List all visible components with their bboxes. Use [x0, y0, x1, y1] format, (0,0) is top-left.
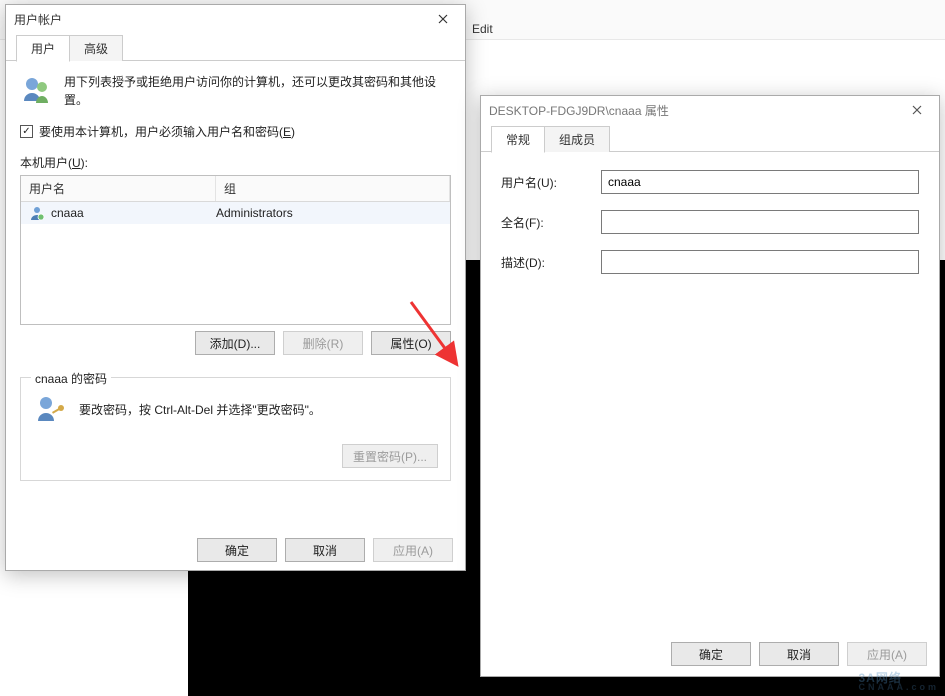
cancel-button[interactable]: 取消: [759, 642, 839, 666]
close-button[interactable]: [897, 97, 937, 123]
intro-row: 用下列表授予或拒绝用户访问你的计算机，还可以更改其密码和其他设置。: [20, 73, 451, 109]
require-password-row[interactable]: 要使用本计算机，用户必须输入用户名和密码(E): [20, 123, 451, 140]
password-text: 要改密码，按 Ctrl-Alt-Del 并选择"更改密码"。: [79, 401, 321, 418]
titlebar[interactable]: 用户帐户: [6, 5, 465, 33]
list-row[interactable]: cnaaa Administrators: [21, 202, 450, 224]
password-legend: cnaaa 的密码: [31, 370, 111, 387]
dialog-buttons: 确定 取消 应用(A): [197, 538, 453, 562]
tab-advanced[interactable]: 高级: [69, 35, 123, 61]
tab-general[interactable]: 常规: [491, 126, 545, 153]
delete-button: 删除(R): [283, 331, 363, 355]
window-title: DESKTOP-FDGJ9DR\cnaaa 属性: [489, 102, 669, 119]
require-password-checkbox[interactable]: [20, 125, 33, 138]
list-header: 用户名 组: [21, 176, 450, 202]
row-fullname: 全名(F):: [501, 210, 919, 234]
user-mini-icon: [29, 205, 45, 221]
input-fullname[interactable]: [601, 210, 919, 234]
tabstrip: 常规 组成员: [481, 128, 939, 152]
require-password-label: 要使用本计算机，用户必须输入用户名和密码(E): [39, 123, 295, 140]
user-buttons-row: 添加(D)... 删除(R) 属性(O): [20, 331, 451, 355]
apply-button: 应用(A): [373, 538, 453, 562]
close-icon: [912, 105, 922, 115]
close-button[interactable]: [423, 6, 463, 32]
users-icon: [20, 73, 52, 105]
label-username: 用户名(U):: [501, 174, 601, 191]
users-listbox[interactable]: 用户名 组 cnaaa Administrators: [20, 175, 451, 325]
ok-button[interactable]: 确定: [197, 538, 277, 562]
close-icon: [438, 14, 448, 24]
tab-users[interactable]: 用户: [16, 35, 70, 62]
user-properties-window: DESKTOP-FDGJ9DR\cnaaa 属性 常规 组成员 用户名(U): …: [480, 95, 940, 677]
window-title: 用户帐户: [14, 11, 62, 28]
apply-button: 应用(A): [847, 642, 927, 666]
menu-edit[interactable]: Edit: [472, 22, 493, 36]
cell-group: Administrators: [216, 206, 442, 220]
row-username: 用户名(U):: [501, 170, 919, 194]
label-fullname: 全名(F):: [501, 214, 601, 231]
password-row: 要改密码，按 Ctrl-Alt-Del 并选择"更改密码"。: [33, 392, 438, 426]
row-desc: 描述(D):: [501, 250, 919, 274]
input-username[interactable]: [601, 170, 919, 194]
password-fieldset: cnaaa 的密码 要改密码，按 Ctrl-Alt-Del 并选择"更改密码"。…: [20, 377, 451, 481]
tab-members[interactable]: 组成员: [544, 126, 610, 152]
col-username[interactable]: 用户名: [21, 176, 216, 201]
users-list-label: 本机用户(U):: [20, 154, 451, 171]
intro-text: 用下列表授予或拒绝用户访问你的计算机，还可以更改其密码和其他设置。: [64, 73, 451, 109]
input-desc[interactable]: [601, 250, 919, 274]
titlebar[interactable]: DESKTOP-FDGJ9DR\cnaaa 属性: [481, 96, 939, 124]
ok-button[interactable]: 确定: [671, 642, 751, 666]
general-pane: 用户名(U): 全名(F): 描述(D):: [481, 152, 939, 308]
user-accounts-window: 用户帐户 用户 高级 用下列表授予或拒绝用户访问你的计算机，还可以更改其密码和其…: [5, 4, 466, 571]
col-group[interactable]: 组: [216, 176, 450, 201]
tabstrip: 用户 高级: [6, 37, 465, 61]
reset-password-button: 重置密码(P)...: [342, 444, 438, 468]
tab-users-pane: 用下列表授予或拒绝用户访问你的计算机，还可以更改其密码和其他设置。 要使用本计算…: [6, 61, 465, 493]
add-button[interactable]: 添加(D)...: [195, 331, 275, 355]
cancel-button[interactable]: 取消: [285, 538, 365, 562]
properties-button[interactable]: 属性(O): [371, 331, 451, 355]
cell-username: cnaaa: [29, 205, 216, 221]
user-key-icon: [33, 392, 65, 426]
dialog-buttons: 确定 取消 应用(A): [671, 642, 927, 666]
label-desc: 描述(D):: [501, 254, 601, 271]
